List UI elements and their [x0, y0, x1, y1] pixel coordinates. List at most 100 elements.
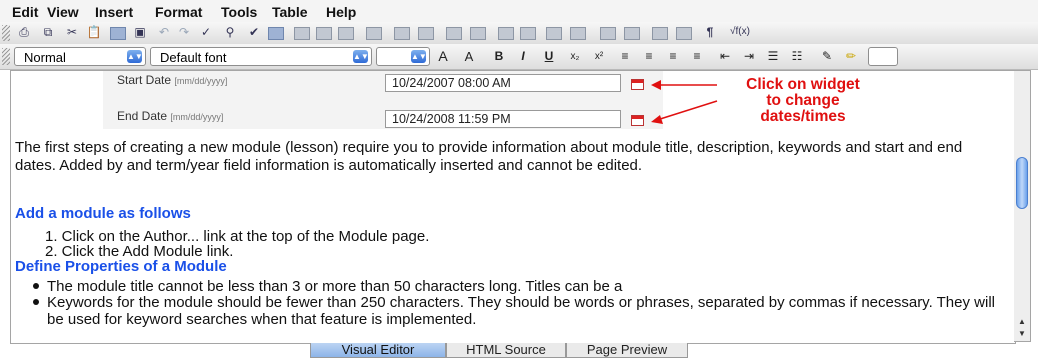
- intro-paragraph: The first steps of creating a new module…: [15, 139, 963, 174]
- vertical-scrollbar[interactable]: ▲ ▼: [1014, 70, 1031, 342]
- copy-icon[interactable]: ⧉: [40, 25, 56, 39]
- toolbar-main: ⎙ ⧉ ✂ 📋 ▣ ↶ ↷ ✓ ⚲ ✔ ¶ √f(x): [0, 22, 1038, 45]
- end-date-label: End Date [mm/dd/yyyy]: [117, 109, 223, 123]
- align-justify-icon[interactable]: ≡: [688, 47, 706, 66]
- annotation-line-3: dates/times: [760, 108, 846, 125]
- underline-button[interactable]: U: [540, 47, 558, 66]
- editor-mode-tabs: Visual Editor HTML Source Page Preview: [310, 343, 750, 358]
- table-cell-icon[interactable]: [338, 27, 354, 40]
- tab-page-preview[interactable]: Page Preview: [566, 343, 688, 358]
- outdent-icon[interactable]: ⇤: [716, 47, 734, 66]
- layer-alt-icon[interactable]: [676, 27, 692, 40]
- end-date-input[interactable]: 10/24/2008 11:59 PM: [385, 110, 621, 128]
- annotation-arrow-bottom: [656, 100, 718, 121]
- table-col-icon[interactable]: [316, 27, 332, 40]
- end-date-label-text: End Date: [117, 109, 168, 123]
- text-color-icon[interactable]: ✎: [818, 47, 836, 66]
- menu-view[interactable]: View: [47, 4, 79, 20]
- start-date-label-text: Start Date: [117, 73, 172, 87]
- insert-table-icon[interactable]: [268, 27, 284, 40]
- scroll-up-icon[interactable]: ▲: [1014, 317, 1030, 327]
- find-icon[interactable]: ⚲: [222, 25, 238, 39]
- tab-visual-editor[interactable]: Visual Editor: [310, 343, 446, 358]
- start-date-label: Start Date [mm/dd/yyyy]: [117, 73, 227, 87]
- arrowhead-top: [651, 80, 661, 90]
- style-select-value: Normal: [24, 50, 66, 65]
- font-select-value: Default font: [160, 50, 227, 65]
- cell-props-icon[interactable]: [470, 27, 486, 40]
- style-dropdown-icon: ▲▼: [127, 50, 143, 63]
- image-icon[interactable]: ▣: [132, 25, 148, 39]
- toolbar-grip[interactable]: [2, 25, 10, 41]
- menu-tools[interactable]: Tools: [221, 4, 257, 20]
- grid-icon[interactable]: [600, 27, 616, 40]
- tab-html-source[interactable]: HTML Source: [446, 343, 566, 358]
- annotation-line-2: to change: [766, 92, 840, 109]
- menu-table[interactable]: Table: [272, 4, 308, 20]
- font-select[interactable]: Default font ▲▼: [150, 47, 372, 66]
- insert-row-icon[interactable]: [498, 27, 514, 40]
- numbered-list-icon[interactable]: ☰: [764, 47, 782, 66]
- annotation-note: Click on widget to change dates/times: [723, 77, 883, 125]
- table-split-icon[interactable]: [394, 27, 410, 40]
- end-date-hint: [mm/dd/yyyy]: [170, 112, 224, 122]
- print-icon[interactable]: ⎙: [16, 25, 32, 39]
- annotation-arrows: [651, 80, 718, 124]
- bold-button[interactable]: B: [490, 47, 508, 66]
- start-date-hint: [mm/dd/yyyy]: [174, 76, 228, 86]
- style-select[interactable]: Normal ▲▼: [14, 47, 146, 66]
- align-left-icon[interactable]: ≡: [616, 47, 634, 66]
- indent-icon[interactable]: ⇥: [740, 47, 758, 66]
- scrollbar-thumb[interactable]: [1016, 157, 1028, 209]
- formula-icon[interactable]: √f(x): [722, 25, 758, 39]
- paste-icon[interactable]: 📋: [86, 25, 102, 39]
- menu-help[interactable]: Help: [326, 4, 356, 20]
- editor-content[interactable]: Start Date [mm/dd/yyyy] 10/24/2007 08:00…: [10, 70, 1016, 344]
- table-props-icon[interactable]: [418, 27, 434, 40]
- start-date-input[interactable]: 10/24/2007 08:00 AM: [385, 74, 621, 92]
- table-icon[interactable]: [110, 27, 126, 40]
- highlight-icon[interactable]: ✏: [842, 47, 860, 66]
- menu-insert[interactable]: Insert: [95, 4, 133, 20]
- insert-col-icon[interactable]: [520, 27, 536, 40]
- check-icon[interactable]: ✔: [246, 25, 262, 39]
- delete-col-icon[interactable]: [570, 27, 586, 40]
- undo-icon[interactable]: ↶: [156, 25, 172, 39]
- spellcheck-icon[interactable]: ✓: [198, 25, 214, 39]
- redo-icon[interactable]: ↷: [176, 25, 192, 39]
- table-merge-icon[interactable]: [366, 27, 382, 40]
- pilcrow-icon[interactable]: ¶: [702, 25, 718, 39]
- menu-edit[interactable]: Edit: [12, 4, 38, 20]
- table-row-icon[interactable]: [294, 27, 310, 40]
- layer-icon[interactable]: [652, 27, 668, 40]
- align-right-icon[interactable]: ≡: [664, 47, 682, 66]
- font-grow-button[interactable]: A: [434, 47, 452, 66]
- align-center-icon[interactable]: ≡: [640, 47, 658, 66]
- bullet-dot: [33, 283, 39, 289]
- row-props-icon[interactable]: [446, 27, 462, 40]
- font-shrink-button[interactable]: A: [460, 47, 478, 66]
- annotation-line-1: Click on widget: [746, 76, 860, 93]
- size-select[interactable]: ▲▼: [376, 47, 430, 66]
- date-widget-panel: Start Date [mm/dd/yyyy] 10/24/2007 08:00…: [103, 71, 663, 129]
- toolbar-format: Normal ▲▼ Default font ▲▼ ▲▼ A A B I U x…: [0, 44, 1038, 70]
- delete-row-icon[interactable]: [546, 27, 562, 40]
- bullet-list-icon[interactable]: ☷: [788, 47, 806, 66]
- arrowhead-bottom: [651, 115, 663, 124]
- size-dropdown-icon: ▲▼: [411, 50, 427, 63]
- heading-add-module: Add a module as follows: [15, 205, 191, 222]
- italic-button[interactable]: I: [514, 47, 532, 66]
- extra-select[interactable]: [868, 47, 898, 66]
- scroll-down-icon[interactable]: ▼: [1014, 329, 1030, 339]
- bullet-text: Keywords for the module should be fewer …: [47, 294, 995, 328]
- grid-alt-icon[interactable]: [624, 27, 640, 40]
- superscript-button[interactable]: x²: [590, 47, 608, 66]
- format-grip[interactable]: [2, 48, 10, 65]
- font-dropdown-icon: ▲▼: [353, 50, 369, 63]
- heading-define-properties: Define Properties of a Module: [15, 258, 227, 275]
- menu-bar: Edit View Insert Format Tools Table Help: [0, 0, 1038, 22]
- bullet-dot: [33, 299, 39, 305]
- menu-format[interactable]: Format: [155, 4, 202, 20]
- subscript-button[interactable]: x₂: [566, 47, 584, 66]
- cut-icon[interactable]: ✂: [64, 25, 80, 39]
